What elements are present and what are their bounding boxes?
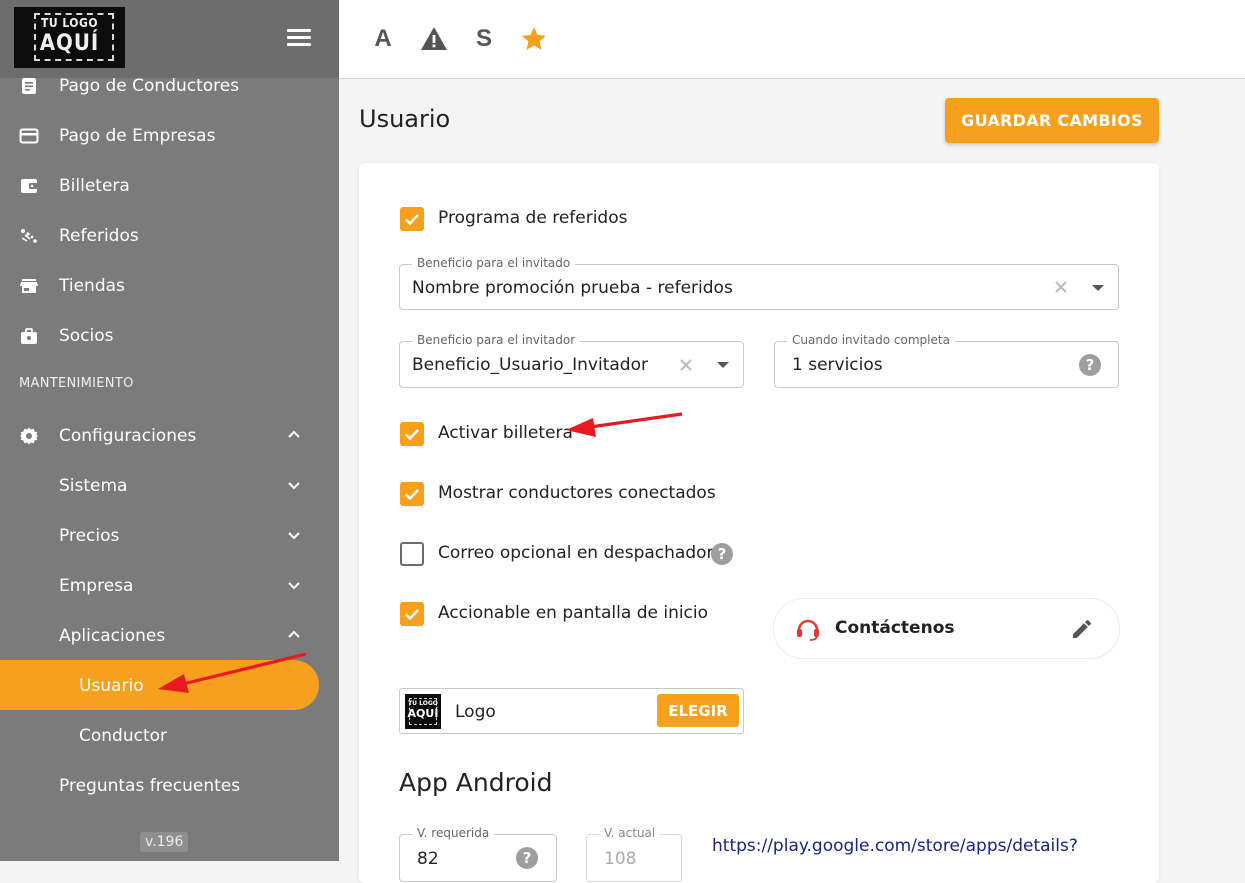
field-value: Nombre promoción prueba - referidos: [412, 278, 733, 298]
edit-pencil-icon[interactable]: [1070, 617, 1094, 641]
sidebar-item-label: Usuario: [79, 676, 144, 696]
sidebar-item-label: Aplicaciones: [59, 626, 166, 646]
sidebar-item-label: Empresa: [59, 576, 134, 596]
partners-icon: [21, 328, 37, 344]
field-label: Cuando invitado completa: [787, 333, 955, 347]
checkbox-label: Activar billetera: [438, 423, 573, 443]
checkbox-unchecked[interactable]: [400, 542, 424, 566]
contact-label: Contáctenos: [835, 618, 955, 638]
sidebar-item-empresa[interactable]: Empresa: [0, 561, 339, 611]
chevron-down-icon[interactable]: [1092, 285, 1104, 291]
checkbox-checked[interactable]: [400, 207, 424, 231]
logo-text-line1: TU LOGO: [40, 16, 99, 30]
font-icon[interactable]: A: [368, 24, 398, 54]
sidebar-item-label: Precios: [59, 526, 120, 546]
credit-card-icon: [19, 128, 39, 144]
chevron-down-icon: [288, 482, 300, 490]
field-value: 108: [604, 849, 637, 869]
sidebar-item-socios[interactable]: Socios: [0, 311, 339, 361]
sidebar-item-usuario[interactable]: Usuario: [0, 661, 339, 711]
chevron-down-icon: [288, 532, 300, 540]
checkbox-checked[interactable]: [400, 422, 424, 446]
checkbox-label: Accionable en pantalla de inicio: [438, 603, 709, 623]
sidebar-item-label: Tiendas: [59, 276, 125, 296]
chevron-up-icon: [288, 430, 300, 438]
sidebar-item-configuraciones[interactable]: Configuraciones: [0, 411, 339, 461]
sidebar-item-referidos[interactable]: Referidos: [0, 211, 339, 261]
sidebar-item-label: Conductor: [79, 726, 168, 746]
section-title-mantenimiento: MANTENIMIENTO: [19, 376, 134, 391]
sidebar-header: TU LOGO AQUÍ: [0, 0, 339, 78]
sidebar-item-label: Referidos: [59, 226, 139, 246]
headset-icon: [797, 619, 819, 641]
field-label: V. actual: [599, 826, 661, 840]
logo-field-label: Logo: [455, 702, 496, 722]
chevron-up-icon: [288, 630, 300, 638]
current-version-field: V. actual 108: [586, 826, 682, 882]
sidebar-item-label: Sistema: [59, 476, 128, 496]
gear-icon: [20, 427, 38, 445]
clear-icon[interactable]: [1054, 280, 1068, 294]
field-label: V. requerida: [412, 826, 495, 840]
required-version-field[interactable]: V. requerida 82 ?: [399, 826, 557, 882]
sidebar-item-label: Pago de Empresas: [59, 126, 216, 146]
logo-preview-line2: AQUÍ: [407, 707, 439, 720]
menu-toggle-icon[interactable]: [287, 29, 311, 47]
invitee-completes-field[interactable]: Cuando invitado completa 1 servicios ?: [774, 333, 1119, 388]
play-store-link[interactable]: https://play.google.com/store/apps/detai…: [712, 836, 1078, 856]
contact-action-card[interactable]: Contáctenos: [773, 598, 1120, 659]
field-value: 82: [417, 849, 439, 869]
help-icon[interactable]: ?: [1079, 354, 1101, 376]
star-icon[interactable]: [519, 24, 549, 54]
s-icon[interactable]: S: [469, 24, 499, 54]
checkbox-label: Programa de referidos: [438, 208, 628, 228]
wallet-icon: [21, 179, 38, 193]
field-value: 1 servicios: [792, 355, 883, 375]
field-label: Beneficio para el invitado: [412, 256, 576, 270]
field-label: Beneficio para el invitador: [412, 333, 581, 347]
help-icon[interactable]: ?: [516, 847, 538, 869]
topbar: A S: [339, 0, 1245, 79]
checkbox-label: Correo opcional en despachador: [438, 543, 714, 563]
checkbox-checked[interactable]: [400, 482, 424, 506]
logo-text-line2: AQUÍ: [39, 31, 100, 56]
warning-icon[interactable]: [419, 24, 449, 54]
field-value: Beneficio_Usuario_Invitador: [412, 355, 648, 375]
brand-logo[interactable]: TU LOGO AQUÍ: [14, 7, 125, 68]
sidebar-item-tiendas[interactable]: Tiendas: [0, 261, 339, 311]
version-badge: v.196: [140, 832, 189, 852]
sidebar-item-pago-empresas[interactable]: Pago de Empresas: [0, 111, 339, 161]
clear-icon[interactable]: [679, 358, 693, 372]
help-icon[interactable]: ?: [711, 543, 733, 565]
referral-icon: [21, 229, 37, 243]
sidebar-item-precios[interactable]: Precios: [0, 511, 339, 561]
sidebar-item-label: Billetera: [59, 176, 130, 196]
sidebar: Pago de Conductores Pago de Empresas Bil…: [0, 0, 339, 861]
choose-logo-button[interactable]: ELEGIR: [657, 694, 739, 727]
sidebar-item-sistema[interactable]: Sistema: [0, 461, 339, 511]
sidebar-item-label: Preguntas frecuentes: [59, 776, 241, 796]
sidebar-item-preguntas-frecuentes[interactable]: Preguntas frecuentes: [0, 761, 339, 811]
logo-upload-field: TU LOGO AQUÍ Logo ELEGIR: [399, 688, 744, 734]
sidebar-item-billetera[interactable]: Billetera: [0, 161, 339, 211]
sidebar-item-conductor[interactable]: Conductor: [0, 711, 339, 761]
logo-preview-image: TU LOGO AQUÍ: [405, 694, 441, 729]
receipt-icon: [22, 78, 36, 94]
inviter-benefit-select[interactable]: Beneficio para el invitador Beneficio_Us…: [399, 333, 744, 388]
chevron-down-icon: [288, 582, 300, 590]
checkbox-label: Mostrar conductores conectados: [438, 483, 716, 503]
logo-preview-line1: TU LOGO: [408, 700, 438, 707]
store-icon: [20, 279, 38, 293]
sidebar-item-label: Configuraciones: [59, 426, 197, 446]
save-changes-button[interactable]: GUARDAR CAMBIOS: [945, 98, 1159, 143]
invitee-benefit-select[interactable]: Beneficio para el invitado Nombre promoc…: [399, 256, 1119, 310]
checkbox-checked[interactable]: [400, 602, 424, 626]
section-title-app-android: App Android: [399, 768, 553, 797]
sidebar-item-aplicaciones[interactable]: Aplicaciones: [0, 611, 339, 661]
page-title: Usuario: [359, 105, 451, 133]
sidebar-item-label: Socios: [59, 326, 114, 346]
chevron-down-icon[interactable]: [717, 362, 729, 368]
